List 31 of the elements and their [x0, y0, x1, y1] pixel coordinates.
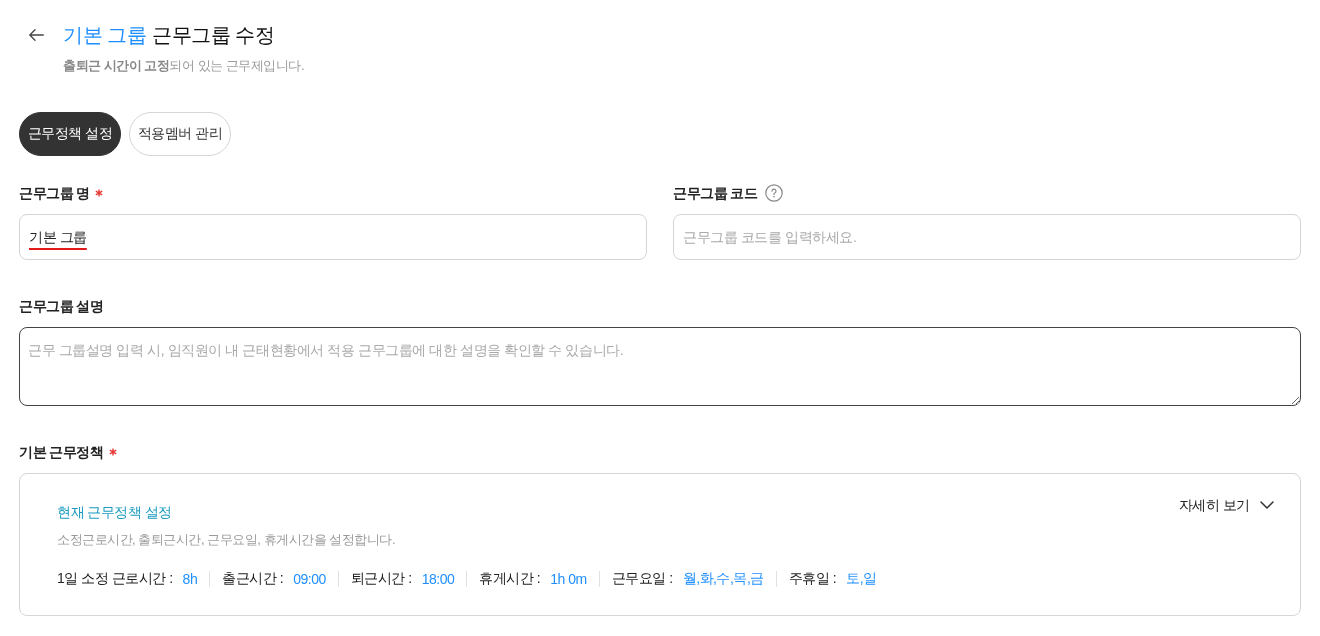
- policy-item-value: 8h: [182, 571, 198, 587]
- tab[interactable]: 근무정책 설정: [19, 112, 121, 156]
- chevron-down-icon: [1260, 501, 1274, 509]
- policy-item-label: 1일 소정 근로시간 :: [57, 570, 173, 588]
- field-label: 근무그룹 코드: [673, 184, 758, 203]
- policy-item-value: 1h 0m: [550, 571, 587, 587]
- policy-item-value: 09:00: [293, 571, 326, 587]
- policy-item-label: 휴게시간 :: [479, 570, 541, 588]
- text-input[interactable]: 기본 그룹: [19, 214, 647, 260]
- page-subtitle: 출퇴근 시간이 고정되어 있는 근무제입니다.: [63, 57, 305, 75]
- details-toggle[interactable]: 자세히 보기: [1178, 495, 1274, 515]
- field-label: 기본 근무정책: [19, 443, 104, 462]
- tab[interactable]: 적용멤버 관리: [129, 112, 231, 156]
- back-arrow-icon: [29, 29, 44, 41]
- policy-item-value: 토,일: [846, 570, 877, 588]
- field-label: 근무그룹 설명: [19, 297, 104, 316]
- policy-item-value: 월,화,수,목,금: [682, 570, 764, 588]
- help-icon[interactable]: [764, 184, 783, 202]
- field-label: 근무그룹 명: [19, 184, 90, 203]
- group-name-title: 기본 그룹: [63, 23, 147, 48]
- policy-item-value: 18:00: [421, 571, 455, 587]
- policy-card-title: 현재 근무정책 설정: [57, 503, 172, 522]
- policy-card-description: 소정근로시간, 출퇴근시간, 근무요일, 휴게시간을 설정합니다.: [57, 531, 396, 549]
- page-title: 근무그룹 수정: [152, 23, 275, 48]
- description-textarea[interactable]: 근무 그룹설명 입력 시, 임직원이 내 근태현황에서 적용 근무그룹에 대한 설명을 확인할 수 있습니다.: [19, 327, 1301, 406]
- policy-item-label: 근무요일 :: [611, 570, 673, 588]
- back-button[interactable]: [29, 29, 44, 41]
- text-input[interactable]: 근무그룹 코드를 입력하세요.: [673, 214, 1301, 260]
- policy-item-label: 퇴근시간 :: [350, 570, 412, 588]
- policy-item-label: 출근시간 :: [222, 570, 284, 588]
- policy-item-label: 주휴일 :: [788, 570, 837, 588]
